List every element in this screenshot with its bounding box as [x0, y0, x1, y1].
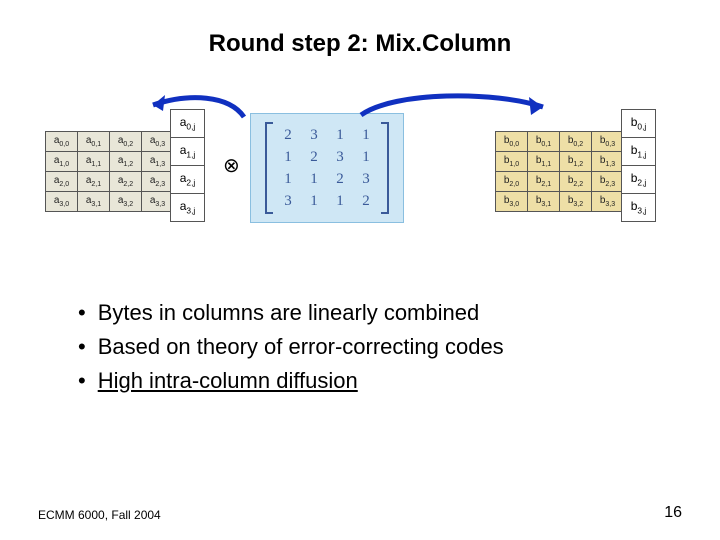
page-number: 16	[664, 504, 682, 522]
a-cell: a1,1	[78, 152, 110, 172]
a-cell: a0,0	[46, 132, 78, 152]
mix-cell: 1	[327, 190, 353, 212]
b-cell: b0,0	[496, 132, 528, 152]
mixcolumn-diagram: a0,0a0,1a0,2a0,3 a1,0a1,1a1,2a1,3 a2,0a2,1…	[45, 95, 675, 280]
a-cell: a3,0	[46, 192, 78, 212]
a-cell: a0,2	[110, 132, 142, 152]
b-cell: b0,3	[592, 132, 624, 152]
b-column-vector: b0,jb1,jb2,jb3,j	[621, 109, 656, 222]
a-cell: a2,3	[142, 172, 174, 192]
a-cell: a2,2	[110, 172, 142, 192]
mix-cell: 1	[327, 124, 353, 146]
b-cell: b3,1	[528, 192, 560, 212]
mix-cell: 1	[301, 168, 327, 190]
b-cell: b2,1	[528, 172, 560, 192]
a-col-cell: a2,j	[171, 166, 205, 194]
mix-cell: 3	[275, 190, 301, 212]
bullet-item: High intra-column diffusion	[78, 368, 504, 394]
bullet-list: Bytes in columns are linearly combined Ba…	[78, 300, 504, 402]
a-cell: a1,3	[142, 152, 174, 172]
a-col-cell: a1,j	[171, 138, 205, 166]
bullet-ul: Bytes in columns are linearly combined Ba…	[78, 300, 504, 394]
mix-cell: 2	[301, 146, 327, 168]
tensor-product-symbol: ⊗	[223, 153, 240, 178]
mix-matrix-box: 2311123111233112	[250, 113, 404, 223]
a-cell: a1,0	[46, 152, 78, 172]
a-cell: a1,2	[110, 152, 142, 172]
mix-cell: 3	[327, 146, 353, 168]
b-cell: b1,0	[496, 152, 528, 172]
slide-title: Round step 2: Mix.Column	[0, 30, 720, 58]
a-cell: a2,1	[78, 172, 110, 192]
b-cell: b3,3	[592, 192, 624, 212]
mix-cell: 1	[353, 124, 379, 146]
mix-matrix-table: 2311123111233112	[275, 124, 379, 212]
a-cell: a3,3	[142, 192, 174, 212]
footer-left: ECMM 6000, Fall 2004	[38, 508, 161, 522]
mix-cell: 1	[353, 146, 379, 168]
b-column-table: b0,jb1,jb2,jb3,j	[621, 109, 656, 222]
a-cell: a2,0	[46, 172, 78, 192]
bullet-item: Based on theory of error-correcting code…	[78, 334, 504, 360]
b-col-cell: b0,j	[622, 110, 656, 138]
mix-cell: 1	[275, 168, 301, 190]
a-col-cell: a0,j	[171, 110, 205, 138]
mix-cell: 2	[275, 124, 301, 146]
a-cell: a3,2	[110, 192, 142, 212]
a-state-matrix: a0,0a0,1a0,2a0,3 a1,0a1,1a1,2a1,3 a2,0a2,1…	[45, 131, 174, 212]
a-matrix-table: a0,0a0,1a0,2a0,3 a1,0a1,1a1,2a1,3 a2,0a2,1…	[45, 131, 174, 212]
a-column-table: a0,ja1,ja2,ja3,j	[170, 109, 205, 222]
bullet-item: Bytes in columns are linearly combined	[78, 300, 504, 326]
b-col-cell: b3,j	[622, 194, 656, 222]
a-cell: a3,1	[78, 192, 110, 212]
b-cell: b2,2	[560, 172, 592, 192]
mix-cell: 2	[353, 190, 379, 212]
b-cell: b2,0	[496, 172, 528, 192]
b-cell: b3,0	[496, 192, 528, 212]
b-col-cell: b1,j	[622, 138, 656, 166]
b-cell: b1,1	[528, 152, 560, 172]
mix-cell: 1	[275, 146, 301, 168]
mix-cell: 3	[353, 168, 379, 190]
a-cell: a0,1	[78, 132, 110, 152]
mix-cell: 3	[301, 124, 327, 146]
a-column-vector: a0,ja1,ja2,ja3,j	[170, 109, 205, 222]
b-state-matrix: b0,0b0,1b0,2b0,3 b1,0b1,1b1,2b1,3 b2,0b2,1…	[495, 131, 624, 212]
b-cell: b1,2	[560, 152, 592, 172]
a-cell: a0,3	[142, 132, 174, 152]
b-matrix-table: b0,0b0,1b0,2b0,3 b1,0b1,1b1,2b1,3 b2,0b2,1…	[495, 131, 624, 212]
mix-cell: 2	[327, 168, 353, 190]
b-cell: b0,1	[528, 132, 560, 152]
b-cell: b3,2	[560, 192, 592, 212]
b-cell: b2,3	[592, 172, 624, 192]
a-col-cell: a3,j	[171, 194, 205, 222]
b-cell: b0,2	[560, 132, 592, 152]
mix-cell: 1	[301, 190, 327, 212]
b-cell: b1,3	[592, 152, 624, 172]
b-col-cell: b2,j	[622, 166, 656, 194]
